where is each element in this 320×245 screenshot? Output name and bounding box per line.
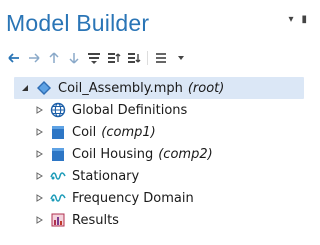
tree-item-label: Coil Housing <box>72 146 154 162</box>
model-builder-panel: Model Builder ▾ ▮ Coil_Assembly.mph (roo… <box>0 0 315 245</box>
move-up-button[interactable] <box>46 50 62 66</box>
component-icon <box>50 124 66 140</box>
list-view-icon <box>153 50 169 66</box>
tree-item-label: Results <box>72 212 119 228</box>
tree-item-results[interactable]: Results <box>34 209 124 231</box>
filter-icon <box>86 50 102 66</box>
dropdown-icon <box>175 52 187 64</box>
expand-all-button[interactable] <box>126 50 142 66</box>
collapsed-caret-icon[interactable] <box>34 127 44 137</box>
toolbar-divider <box>147 51 148 65</box>
tree-item-stationary[interactable]: Stationary <box>34 165 144 187</box>
study-icon <box>50 168 66 184</box>
tree-item-label: Frequency Domain <box>72 190 194 206</box>
tree-item-tag: (comp2) <box>158 146 213 162</box>
move-down-button[interactable] <box>66 50 82 66</box>
component-icon <box>50 146 66 162</box>
tree-item-label: Global Definitions <box>72 102 188 118</box>
tree-item-coil[interactable]: Coil (comp1) <box>34 121 156 143</box>
panel-menu-button[interactable]: ▾ <box>288 14 293 26</box>
expand-all-icon <box>126 50 142 66</box>
model-root-icon <box>36 80 52 96</box>
arrow-up-icon <box>46 50 62 66</box>
tree-item-coil-housing[interactable]: Coil Housing (comp2) <box>34 143 213 165</box>
forward-button[interactable] <box>26 50 42 66</box>
back-button[interactable] <box>6 50 22 66</box>
tree-root-node[interactable]: Coil_Assembly.mph (root) <box>20 77 224 99</box>
toolbar <box>6 50 189 66</box>
arrow-right-icon <box>26 50 42 66</box>
collapsed-caret-icon[interactable] <box>34 215 44 225</box>
tree-root-tag: (root) <box>187 80 225 96</box>
tree-item-frequency-domain[interactable]: Frequency Domain <box>34 187 199 209</box>
collapsed-caret-icon[interactable] <box>34 105 44 115</box>
tree-root-label: Coil_Assembly.mph <box>58 80 183 96</box>
collapsed-caret-icon[interactable] <box>34 149 44 159</box>
results-icon <box>50 212 66 228</box>
tree-item-global-definitions[interactable]: Global Definitions <box>34 99 192 121</box>
tree-item-label: Stationary <box>72 168 140 184</box>
pin-button[interactable]: ▮ <box>301 14 307 26</box>
study-icon <box>50 190 66 206</box>
collapsed-caret-icon[interactable] <box>34 193 44 203</box>
collapse-all-icon <box>106 50 122 66</box>
expanded-caret-icon[interactable] <box>20 83 30 93</box>
panel-title: Model Builder <box>6 10 150 36</box>
tree-item-label: Coil <box>72 124 97 140</box>
tree-item-tag: (comp1) <box>101 124 156 140</box>
arrow-down-icon <box>66 50 82 66</box>
filter-button[interactable] <box>86 50 102 66</box>
list-view-button[interactable] <box>153 50 169 66</box>
toolbar-more-dropdown[interactable] <box>173 50 189 66</box>
collapse-all-button[interactable] <box>106 50 122 66</box>
globe-icon <box>50 102 66 118</box>
collapsed-caret-icon[interactable] <box>34 171 44 181</box>
panel-header-buttons: ▾ ▮ <box>288 14 307 26</box>
arrow-left-icon <box>6 50 22 66</box>
